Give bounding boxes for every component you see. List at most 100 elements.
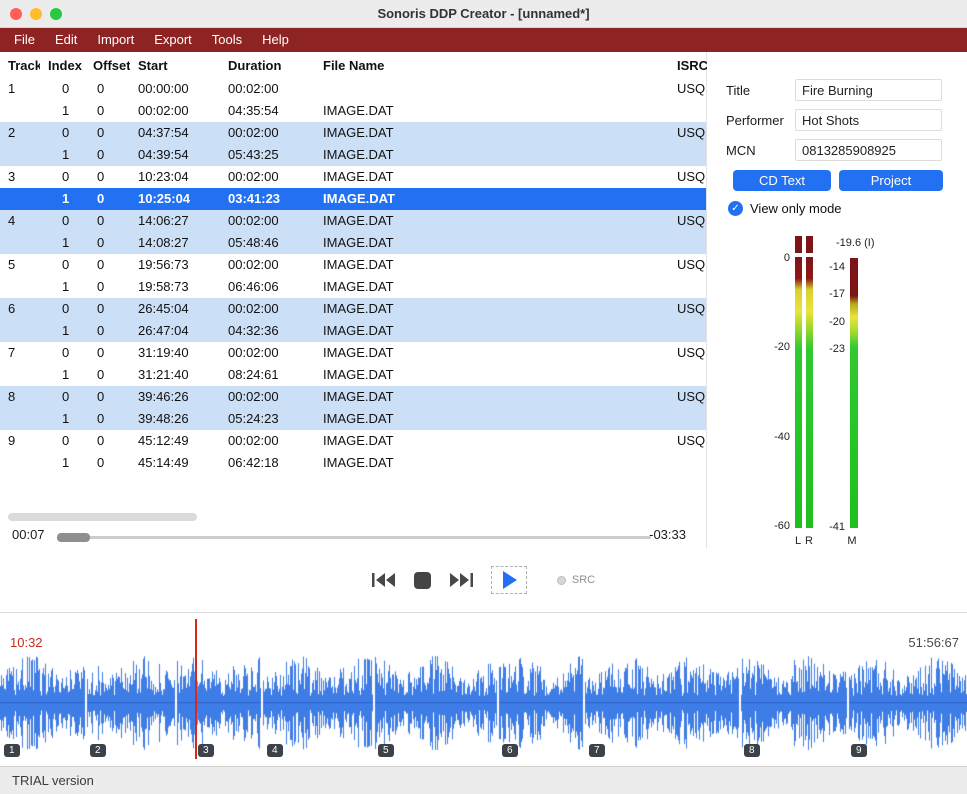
cell-index: 0 <box>40 386 85 408</box>
cell-start: 04:37:54 <box>130 122 220 144</box>
cell-offset: 0 <box>85 144 130 166</box>
view-only-checkbox[interactable]: ✓ <box>728 201 743 216</box>
table-row[interactable]: 1000:02:0004:35:54IMAGE.DAT <box>0 100 706 122</box>
cell-index: 0 <box>40 254 85 276</box>
cell-duration: 03:41:23 <box>220 188 315 210</box>
cell-file <box>315 78 669 100</box>
seek-slider-track[interactable] <box>57 536 651 539</box>
cell-offset: 0 <box>85 452 130 474</box>
cell-index: 1 <box>40 320 85 342</box>
wave-section: 10:32 51:56:67 123456789 <box>0 612 967 766</box>
playhead[interactable] <box>195 619 197 759</box>
title-field-label: Title <box>707 83 795 98</box>
menubar: FileEditImportExportToolsHelp <box>0 28 967 52</box>
close-button[interactable] <box>10 8 22 20</box>
column-header-offset[interactable]: Offset <box>85 58 130 73</box>
cell-duration: 00:02:00 <box>220 78 315 100</box>
table-row[interactable]: 10000:00:0000:02:00USQ <box>0 78 706 100</box>
track-badge[interactable]: 6 <box>502 744 518 757</box>
table-row[interactable]: 1045:14:4906:42:18IMAGE.DAT <box>0 452 706 474</box>
src-indicator[interactable] <box>557 576 566 585</box>
menu-item-help[interactable]: Help <box>252 28 299 52</box>
track-badge[interactable]: 4 <box>267 744 283 757</box>
horizontal-scrollbar[interactable] <box>8 513 197 521</box>
cell-duration: 06:46:06 <box>220 276 315 298</box>
cell-isrc: USQ <box>669 430 707 452</box>
track-badge[interactable]: 9 <box>851 744 867 757</box>
column-header-start[interactable]: Start <box>130 58 220 73</box>
seek-slider-handle[interactable] <box>57 533 90 542</box>
minimize-button[interactable] <box>30 8 42 20</box>
menu-item-export[interactable]: Export <box>144 28 202 52</box>
cell-track <box>0 232 40 254</box>
cell-start: 14:08:27 <box>130 232 220 254</box>
table-row[interactable]: 70031:19:4000:02:00IMAGE.DATUSQ <box>0 342 706 364</box>
meter-scale-label: -40 <box>747 431 790 443</box>
cell-duration: 05:43:25 <box>220 144 315 166</box>
table-row[interactable]: 80039:46:2600:02:00IMAGE.DATUSQ <box>0 386 706 408</box>
table-row[interactable]: 60026:45:0400:02:00IMAGE.DATUSQ <box>0 298 706 320</box>
column-header-isrc[interactable]: ISRC <box>669 58 707 73</box>
cell-start: 45:12:49 <box>130 430 220 452</box>
column-header-index[interactable]: Index <box>40 58 85 73</box>
meter-scale-label: -60 <box>747 520 790 532</box>
table-row[interactable]: 90045:12:4900:02:00IMAGE.DATUSQ <box>0 430 706 452</box>
cell-start: 10:23:04 <box>130 166 220 188</box>
cell-start: 31:19:40 <box>130 342 220 364</box>
title-field[interactable] <box>795 79 942 101</box>
waveform-canvas[interactable] <box>0 653 967 753</box>
cell-file: IMAGE.DAT <box>315 320 669 342</box>
cell-start: 00:02:00 <box>130 100 220 122</box>
column-header-file[interactable]: File Name <box>315 58 669 73</box>
cell-duration: 04:35:54 <box>220 100 315 122</box>
cell-start: 45:14:49 <box>130 452 220 474</box>
remaining-time: -03:33 <box>649 527 686 542</box>
table-row[interactable]: 30010:23:0400:02:00IMAGE.DATUSQ <box>0 166 706 188</box>
play-button[interactable] <box>501 571 517 589</box>
cell-file: IMAGE.DAT <box>315 386 669 408</box>
table-row[interactable]: 50019:56:7300:02:00IMAGE.DATUSQ <box>0 254 706 276</box>
table-row[interactable]: 1026:47:0404:32:36IMAGE.DAT <box>0 320 706 342</box>
performer-field[interactable] <box>795 109 942 131</box>
track-badge[interactable]: 1 <box>4 744 20 757</box>
menu-item-import[interactable]: Import <box>87 28 144 52</box>
cd-text-button[interactable]: CD Text <box>733 170 831 191</box>
track-badge[interactable]: 2 <box>90 744 106 757</box>
table-row[interactable]: 1019:58:7306:46:06IMAGE.DAT <box>0 276 706 298</box>
track-badge[interactable]: 7 <box>589 744 605 757</box>
meter-scale-label: -14 <box>802 261 845 273</box>
cell-duration: 00:02:00 <box>220 122 315 144</box>
table-row[interactable]: 1004:39:5405:43:25IMAGE.DAT <box>0 144 706 166</box>
menu-item-file[interactable]: File <box>4 28 45 52</box>
zoom-button[interactable] <box>50 8 62 20</box>
cell-index: 1 <box>40 452 85 474</box>
column-header-track[interactable]: Track <box>0 58 40 73</box>
waveform-total-time: 51:56:67 <box>908 635 959 650</box>
track-badge[interactable]: 8 <box>744 744 760 757</box>
mcn-field[interactable] <box>795 139 942 161</box>
meter-scale-label: -20 <box>747 341 790 353</box>
stop-button[interactable] <box>414 572 431 589</box>
cell-offset: 0 <box>85 386 130 408</box>
menu-item-tools[interactable]: Tools <box>202 28 252 52</box>
table-row[interactable]: 1039:48:2605:24:23IMAGE.DAT <box>0 408 706 430</box>
column-header-duration[interactable]: Duration <box>220 58 315 73</box>
track-badge[interactable]: 5 <box>378 744 394 757</box>
cell-isrc <box>669 232 707 254</box>
table-row[interactable]: 1014:08:2705:48:46IMAGE.DAT <box>0 232 706 254</box>
menu-item-edit[interactable]: Edit <box>45 28 87 52</box>
project-button[interactable]: Project <box>839 170 943 191</box>
table-row[interactable]: 20004:37:5400:02:00IMAGE.DATUSQ <box>0 122 706 144</box>
table-row[interactable]: 1010:25:0403:41:23IMAGE.DAT <box>0 188 706 210</box>
view-only-label: View only mode <box>750 201 842 216</box>
track-table: TrackIndexOffsetStartDurationFile NameIS… <box>0 52 707 548</box>
table-row[interactable]: 40014:06:2700:02:00IMAGE.DATUSQ <box>0 210 706 232</box>
previous-track-button[interactable] <box>372 572 396 588</box>
cell-index: 0 <box>40 342 85 364</box>
table-row[interactable]: 1031:21:4008:24:61IMAGE.DAT <box>0 364 706 386</box>
track-badge[interactable]: 3 <box>198 744 214 757</box>
cell-file: IMAGE.DAT <box>315 452 669 474</box>
cell-offset: 0 <box>85 100 130 122</box>
cell-isrc: USQ <box>669 166 707 188</box>
next-track-button[interactable] <box>449 572 473 588</box>
